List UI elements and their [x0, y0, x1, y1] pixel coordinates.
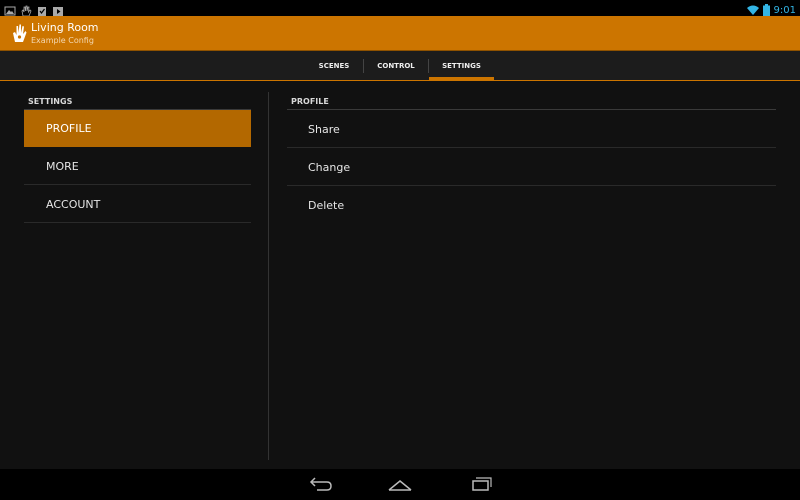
- hand-icon: [20, 2, 32, 17]
- tab-control[interactable]: CONTROL: [364, 51, 428, 81]
- pane-divider: [268, 92, 269, 460]
- settings-header: SETTINGS: [28, 97, 73, 106]
- settings-item-profile[interactable]: PROFILE: [24, 110, 251, 147]
- profile-option-delete[interactable]: Delete: [287, 187, 776, 224]
- recent-apps-icon[interactable]: [467, 475, 493, 493]
- content-area: SETTINGS PROFILE MORE ACCOUNT PROFILE Sh…: [0, 82, 800, 469]
- picture-icon: [4, 2, 16, 16]
- tab-bar: SCENES CONTROL SETTINGS: [0, 51, 800, 81]
- settings-item-account[interactable]: ACCOUNT: [24, 186, 251, 223]
- tab-scenes[interactable]: SCENES: [305, 51, 363, 81]
- profile-option-share[interactable]: Share: [287, 111, 776, 148]
- profile-header: PROFILE: [291, 97, 329, 106]
- home-icon[interactable]: [387, 475, 413, 493]
- hand-icon[interactable]: [10, 23, 28, 43]
- play-icon: [52, 2, 64, 16]
- back-icon[interactable]: [307, 475, 333, 493]
- check-clipboard-icon: [36, 2, 48, 16]
- tab-selected-indicator: [429, 77, 494, 81]
- profile-option-change[interactable]: Change: [287, 149, 776, 186]
- app-subtitle: Example Config: [31, 36, 94, 45]
- settings-item-more[interactable]: MORE: [24, 148, 251, 185]
- notification-icons: [4, 2, 64, 17]
- clock: 9:01: [773, 5, 796, 16]
- profile-header-divider: [287, 109, 776, 110]
- system-nav-bar: [0, 469, 800, 500]
- app-title: Living Room: [31, 21, 99, 34]
- action-bar: Living Room Example Config: [0, 16, 800, 51]
- status-bar: 9:01: [0, 0, 800, 17]
